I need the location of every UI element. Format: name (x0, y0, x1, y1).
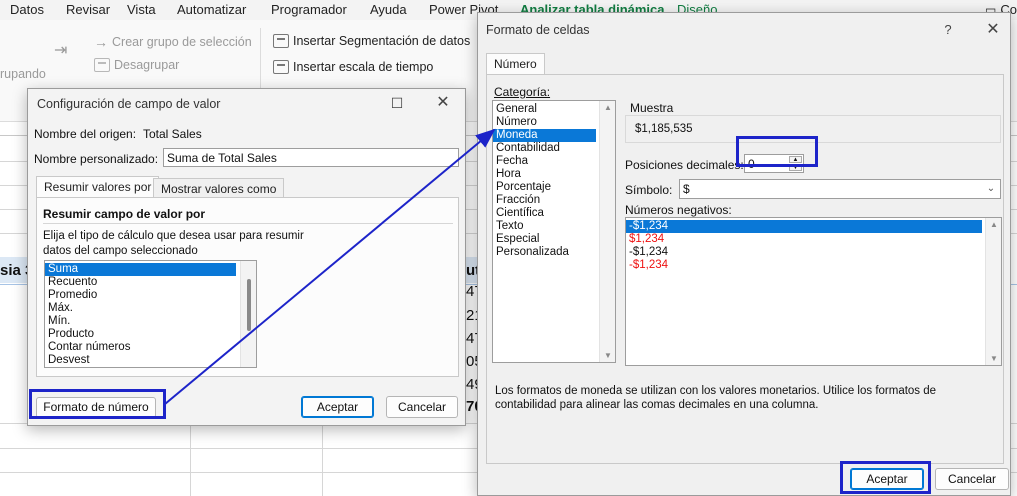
annotation-arrow (164, 128, 496, 405)
